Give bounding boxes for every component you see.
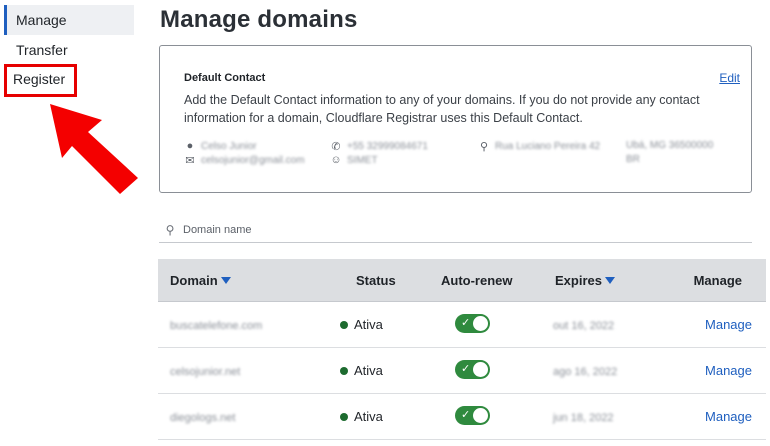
manage-link[interactable]: Manage bbox=[705, 317, 752, 332]
check-icon: ✓ bbox=[461, 408, 471, 421]
sort-desc-icon[interactable] bbox=[220, 276, 231, 284]
auto-renew-toggle[interactable]: ✓ bbox=[455, 313, 490, 333]
domains-table: Domain Status Auto-renew Expires Manage … bbox=[158, 259, 766, 440]
check-icon: ✓ bbox=[461, 316, 471, 329]
edit-link[interactable]: Edit bbox=[719, 71, 740, 85]
table-header: Domain Status Auto-renew Expires Manage bbox=[158, 259, 766, 302]
contact-email: celsojunior@gmail.com bbox=[201, 155, 305, 166]
contact-city-row: Ubá, MG 36500000 bbox=[626, 140, 713, 151]
table-row: buscatelefone.com Ativa ✓ out 16, 2022 M… bbox=[158, 302, 766, 348]
domain-name: buscatelefone.com bbox=[170, 320, 263, 332]
table-row: diegologs.net Ativa ✓ jun 18, 2022 Manag… bbox=[158, 394, 766, 440]
table-row: celsojunior.net Ativa ✓ ago 16, 2022 Man… bbox=[158, 348, 766, 394]
contact-address-row: ⚲ Rua Luciano Pereira 42 bbox=[478, 140, 600, 153]
contact-email-row: ✉ celsojunior@gmail.com bbox=[184, 154, 305, 167]
search-input[interactable] bbox=[183, 223, 483, 236]
domain-name: celsojunior.net bbox=[170, 366, 241, 378]
sidebar-item-register[interactable]: Register bbox=[4, 64, 77, 97]
card-heading: Default Contact bbox=[184, 72, 266, 84]
default-contact-card: Default Contact Edit Add the Default Con… bbox=[159, 45, 752, 193]
red-arrow-icon bbox=[50, 104, 138, 194]
card-description: Add the Default Contact information to a… bbox=[184, 93, 700, 125]
column-header-manage: Manage bbox=[693, 272, 742, 288]
expiry-date: out 16, 2022 bbox=[553, 320, 615, 332]
contact-phone: +55 32999084671 bbox=[347, 141, 428, 152]
contact-country: BR bbox=[626, 154, 640, 165]
search-icon: ⚲ bbox=[165, 222, 175, 237]
sidebar-item-manage[interactable]: Manage bbox=[4, 5, 134, 35]
column-header-domain[interactable]: Domain bbox=[158, 273, 328, 288]
status-active-icon bbox=[340, 366, 348, 375]
expiry-date: jun 18, 2022 bbox=[553, 412, 614, 424]
sidebar: Manage Transfer Register bbox=[0, 0, 140, 446]
contact-name-row: ● Celso Junior bbox=[184, 140, 257, 152]
contact-country-row: BR bbox=[626, 154, 640, 165]
auto-renew-toggle[interactable]: ✓ bbox=[455, 359, 490, 379]
column-expires-label: Expires bbox=[555, 272, 602, 288]
status-text: Ativa bbox=[354, 317, 383, 332]
column-header-status: Status bbox=[356, 272, 396, 288]
check-icon: ✓ bbox=[461, 362, 471, 375]
sort-desc-icon[interactable] bbox=[604, 276, 615, 284]
location-icon: ⚲ bbox=[479, 141, 489, 153]
status-text: Ativa bbox=[354, 409, 383, 424]
contact-org: SIMET bbox=[347, 154, 378, 166]
status-active-icon bbox=[340, 320, 348, 329]
manage-link[interactable]: Manage bbox=[705, 363, 752, 378]
contact-address: Rua Luciano Pereira 42 bbox=[495, 141, 601, 152]
contact-org-row: ☺ SIMET bbox=[330, 154, 378, 166]
phone-icon: ✆ bbox=[331, 141, 341, 153]
status-active-icon bbox=[340, 412, 348, 421]
mail-icon: ✉ bbox=[185, 155, 195, 167]
sidebar-item-transfer[interactable]: Transfer bbox=[4, 35, 134, 65]
column-domain-label: Domain bbox=[170, 272, 218, 288]
page-title: Manage domains bbox=[160, 6, 358, 33]
auto-renew-toggle[interactable]: ✓ bbox=[455, 405, 490, 425]
org-icon: ☺ bbox=[330, 154, 342, 166]
column-header-expires[interactable]: Expires bbox=[543, 273, 673, 288]
manage-link[interactable]: Manage bbox=[705, 409, 752, 424]
expiry-date: ago 16, 2022 bbox=[553, 366, 618, 378]
contact-name: Celso Junior bbox=[201, 140, 257, 152]
contact-city: Ubá, MG 36500000 bbox=[626, 140, 714, 151]
domain-name: diegologs.net bbox=[170, 412, 236, 424]
column-header-auto-renew: Auto-renew bbox=[441, 272, 513, 288]
person-icon: ● bbox=[186, 140, 194, 152]
contact-phone-row: ✆ +55 32999084671 bbox=[330, 140, 428, 153]
domain-search: ⚲ bbox=[159, 217, 752, 243]
status-text: Ativa bbox=[354, 363, 383, 378]
